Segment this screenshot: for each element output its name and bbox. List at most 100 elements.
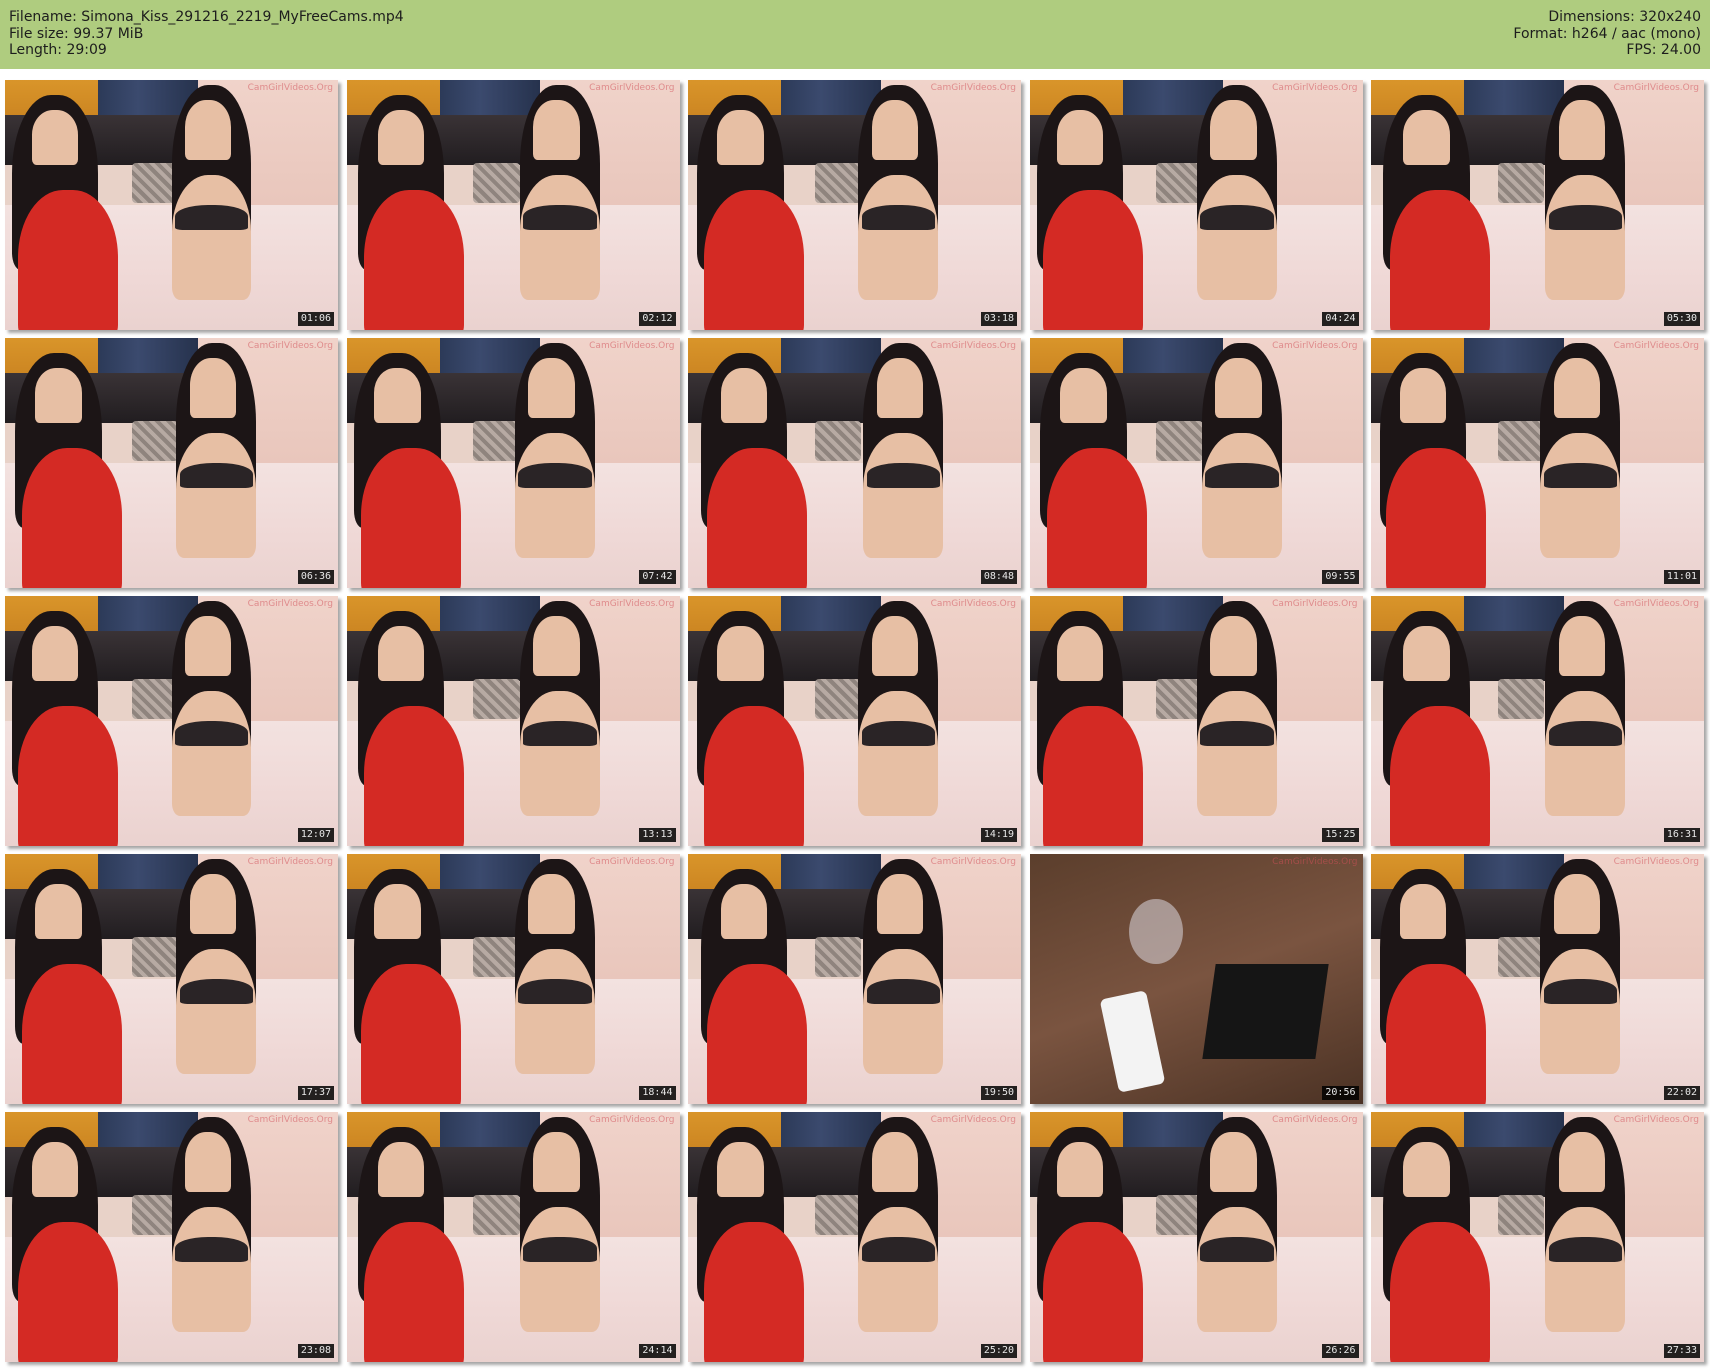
person-shape	[523, 1237, 597, 1262]
video-thumbnail[interactable]: CamGirlVideos.Org 18:44	[346, 854, 680, 1104]
person-shape	[364, 1222, 465, 1362]
video-thumbnail[interactable]: CamGirlVideos.Org 23:08	[5, 1112, 338, 1362]
watermark-text: CamGirlVideos.Org	[1613, 857, 1699, 867]
video-thumbnail[interactable]: CamGirlVideos.Org 16:31	[1371, 596, 1704, 846]
person-shape	[1043, 1222, 1144, 1362]
format-text: Format: h264 / aac (mono)	[1513, 25, 1701, 42]
timestamp-label: 16:31	[1663, 828, 1700, 842]
room-scene-image	[346, 1112, 680, 1362]
person-shape	[1205, 463, 1279, 488]
video-thumbnail[interactable]: CamGirlVideos.Org 06:36	[5, 338, 338, 588]
video-thumbnail[interactable]: CamGirlVideos.Org 14:19	[688, 596, 1021, 846]
pillow	[1497, 420, 1545, 461]
person-shape	[1543, 979, 1618, 1004]
video-thumbnail[interactable]: CamGirlVideos.Org 26:26	[1029, 1112, 1363, 1362]
pillow	[1497, 936, 1545, 977]
person-shape	[1215, 358, 1262, 418]
video-thumbnail[interactable]: CamGirlVideos.Org 02:12	[346, 80, 680, 330]
person-shape	[361, 448, 462, 588]
watermark-text: CamGirlVideos.Org	[247, 857, 333, 867]
video-thumbnail[interactable]: CamGirlVideos.Org 11:01	[1371, 338, 1704, 588]
person-shape	[863, 433, 944, 558]
video-thumbnail[interactable]: CamGirlVideos.Org 24:14	[346, 1112, 680, 1362]
person-shape	[18, 190, 119, 330]
person-shape	[861, 205, 936, 230]
person-shape	[171, 175, 252, 300]
person-shape	[1210, 1132, 1257, 1192]
video-thumbnail[interactable]: CamGirlVideos.Org 05:30	[1371, 80, 1704, 330]
person-shape	[184, 616, 232, 676]
person-shape	[176, 433, 257, 558]
filesize-text: File size: 99.37 MiB	[9, 25, 144, 42]
person-shape	[1386, 964, 1487, 1104]
video-thumbnail[interactable]: CamGirlVideos.Org 20:56	[1029, 854, 1363, 1104]
pillow	[1497, 162, 1545, 203]
timestamp-label: 08:48	[980, 570, 1017, 584]
video-thumbnail[interactable]: CamGirlVideos.Org 13:13	[346, 596, 680, 846]
video-thumbnail[interactable]: CamGirlVideos.Org 15:25	[1029, 596, 1363, 846]
person-shape	[174, 721, 249, 746]
watermark-text: CamGirlVideos.Org	[247, 83, 333, 93]
desk-phone	[1100, 990, 1166, 1093]
person-shape	[1389, 190, 1490, 330]
person-shape	[1210, 100, 1257, 160]
timestamp-label: 04:24	[1322, 312, 1359, 326]
person-shape	[34, 368, 82, 423]
person-shape	[518, 979, 592, 1004]
person-shape	[1386, 448, 1487, 588]
person-shape	[528, 358, 575, 418]
room-scene-image	[688, 80, 1021, 330]
person-shape	[717, 1142, 764, 1197]
room-scene-image	[1029, 596, 1363, 846]
info-right: Dimensions: 320x240 Format: h264 / aac (…	[1513, 9, 1701, 59]
person-shape	[519, 1207, 600, 1332]
person-shape	[31, 626, 79, 681]
watermark-text: CamGirlVideos.Org	[1272, 341, 1358, 351]
video-thumbnail[interactable]: CamGirlVideos.Org 19:50	[688, 854, 1021, 1104]
person-shape	[184, 100, 232, 160]
video-thumbnail[interactable]: CamGirlVideos.Org 03:18	[688, 80, 1021, 330]
watermark-text: CamGirlVideos.Org	[589, 599, 675, 609]
person-shape	[174, 1237, 249, 1262]
person-shape	[18, 706, 119, 846]
video-thumbnail[interactable]: CamGirlVideos.Org 27:33	[1371, 1112, 1704, 1362]
person-shape	[174, 205, 249, 230]
video-thumbnail[interactable]: CamGirlVideos.Org 25:20	[688, 1112, 1021, 1362]
person-shape	[1200, 1237, 1274, 1262]
video-thumbnail[interactable]: CamGirlVideos.Org 01:06	[5, 80, 338, 330]
room-scene-image	[5, 596, 338, 846]
person-shape	[361, 964, 462, 1104]
person-shape	[1043, 190, 1144, 330]
watermark-text: CamGirlVideos.Org	[1613, 599, 1699, 609]
video-thumbnail[interactable]: CamGirlVideos.Org 04:24	[1029, 80, 1363, 330]
watermark-text: CamGirlVideos.Org	[1272, 1115, 1358, 1125]
person-shape	[703, 190, 804, 330]
person-shape	[703, 1222, 804, 1362]
person-shape	[179, 463, 254, 488]
person-shape	[866, 979, 941, 1004]
video-thumbnail[interactable]: CamGirlVideos.Org 17:37	[5, 854, 338, 1104]
person-shape	[876, 874, 924, 934]
person-shape	[863, 949, 944, 1074]
room-scene-image	[346, 596, 680, 846]
person-shape	[184, 1132, 232, 1192]
person-shape	[861, 1237, 936, 1262]
video-thumbnail[interactable]: CamGirlVideos.Org 08:48	[688, 338, 1021, 588]
video-thumbnail[interactable]: CamGirlVideos.Org 09:55	[1029, 338, 1363, 588]
room-scene-image	[1029, 80, 1363, 330]
desk-scene-image	[1029, 854, 1363, 1104]
timestamp-label: 02:12	[639, 312, 676, 326]
timestamp-label: 07:42	[639, 570, 676, 584]
timestamp-label: 15:25	[1322, 828, 1359, 842]
person-shape	[1200, 721, 1274, 746]
thumbnail-grid: CamGirlVideos.Org 01:06 CamGirlVideos.Org 0…	[5, 80, 1705, 1362]
video-thumbnail[interactable]: CamGirlVideos.Org 22:02	[1371, 854, 1704, 1104]
dimensions-text: Dimensions: 320x240	[1548, 9, 1701, 25]
person-shape	[31, 110, 79, 165]
person-shape	[1201, 433, 1282, 558]
watermark-text: CamGirlVideos.Org	[930, 83, 1016, 93]
person-shape	[1545, 691, 1626, 816]
video-thumbnail[interactable]: CamGirlVideos.Org 07:42	[346, 338, 680, 588]
video-thumbnail[interactable]: CamGirlVideos.Org 12:07	[5, 596, 338, 846]
person-shape	[364, 190, 465, 330]
